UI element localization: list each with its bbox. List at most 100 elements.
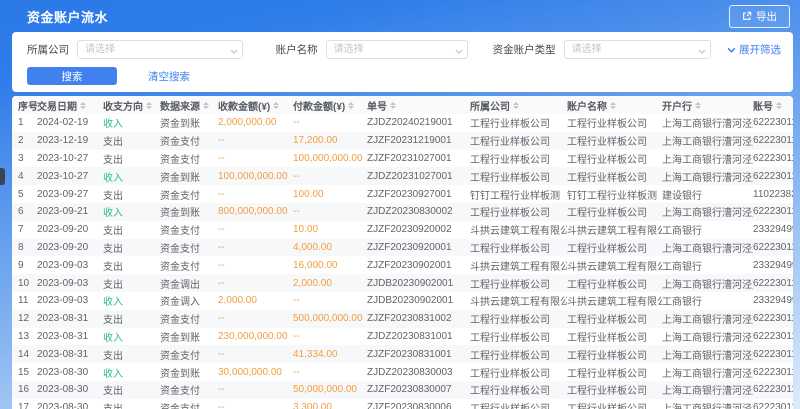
cell-order-no: ZJZF20231027001 <box>367 153 470 164</box>
sort-carets-icon[interactable] <box>610 102 616 109</box>
filter-panel: 所属公司 账户名称 资金账户类型 展开筛选 搜 <box>12 32 793 92</box>
cell-seq: 9 <box>18 260 37 271</box>
cell-amount-out: -- <box>293 295 367 306</box>
cell-amount-out: 10.00 <box>293 224 367 235</box>
sort-carets-icon[interactable] <box>348 102 354 109</box>
sort-carets-icon[interactable] <box>146 102 152 109</box>
column-header-label: 数据来源 <box>160 98 200 113</box>
cell-order-no: ZJZF20230831001 <box>367 349 470 360</box>
cell-order-no: ZJDB20230902001 <box>367 278 470 289</box>
cell-date: 2023-09-03 <box>37 295 103 306</box>
cell-account-name: 工程行业样板公司 <box>567 365 662 380</box>
account-type-select[interactable] <box>564 40 711 59</box>
cell-amount-in: -- <box>218 349 293 360</box>
cell-date: 2023-08-31 <box>37 349 103 360</box>
export-icon <box>742 11 752 21</box>
cell-bank: 上海工商银行漕河泾支行 <box>662 382 753 397</box>
company-select[interactable] <box>77 40 243 59</box>
cell-order-no: ZJDZ20230830003 <box>367 367 470 378</box>
cell-bank: 上海工商银行漕河泾支行 <box>662 276 753 291</box>
cell-account-no: 23329499 <box>753 295 793 306</box>
cell-account-no: 62223011 <box>753 278 793 289</box>
sort-carets-icon[interactable] <box>203 102 209 109</box>
cell-bank: 上海工商银行漕河泾支行 <box>662 329 753 344</box>
account-name-select[interactable] <box>326 40 468 59</box>
drawer-handle[interactable] <box>0 168 5 185</box>
sort-carets-icon[interactable] <box>390 102 396 109</box>
sort-carets-icon[interactable] <box>695 102 701 109</box>
cell-order-no: ZJZF20230920002 <box>367 224 470 235</box>
cell-bank: 工商银行 <box>662 293 753 308</box>
column-header[interactable]: 付款金额(¥) <box>293 98 367 113</box>
chevron-down-icon <box>230 46 238 57</box>
cell-bank: 建设银行 <box>662 187 753 202</box>
column-header-label: 交易日期 <box>37 98 77 113</box>
cell-company: 工程行业样板公司 <box>470 169 567 184</box>
cell-direction: 支出 <box>103 240 160 255</box>
cell-source: 资金支付 <box>160 133 218 148</box>
sort-carets-icon[interactable] <box>273 102 279 109</box>
cell-date: 2023-09-20 <box>37 224 103 235</box>
cell-direction: 收入 <box>103 329 160 344</box>
table-row: 122023-08-31支出资金支付--500,000,000.00ZJZF20… <box>12 310 793 328</box>
cell-account-name: 工程行业样板公司 <box>567 400 662 409</box>
sort-carets-icon[interactable] <box>513 102 519 109</box>
cell-bank: 工商银行 <box>662 258 753 273</box>
cell-direction: 收入 <box>103 169 160 184</box>
column-header-label: 账号 <box>753 98 773 113</box>
expand-filter-link[interactable]: 展开筛选 <box>727 42 781 57</box>
cell-direction: 收入 <box>103 204 160 219</box>
export-button[interactable]: 导出 <box>729 5 790 28</box>
cell-company: 斗拱云建筑工程有限公司 <box>470 258 567 273</box>
column-header[interactable]: 账号 <box>753 98 793 113</box>
cell-amount-out: 16,000.00 <box>293 260 367 271</box>
column-header[interactable]: 所属公司 <box>470 98 567 113</box>
cell-amount-out: -- <box>293 206 367 217</box>
cell-order-no: ZJDZ20230830002 <box>367 206 470 217</box>
sort-carets-icon[interactable] <box>776 102 782 109</box>
column-header[interactable]: 单号 <box>367 98 470 113</box>
table-body: 12024-02-19收入资金到账2,000,000.00--ZJDZ20240… <box>12 114 793 409</box>
cell-date: 2023-09-03 <box>37 260 103 271</box>
cell-amount-in: -- <box>218 260 293 271</box>
cell-bank: 上海工商银行漕河泾支行 <box>662 311 753 326</box>
cell-date: 2023-09-03 <box>37 278 103 289</box>
column-header[interactable]: 开户行 <box>662 98 753 113</box>
cell-seq: 17 <box>18 402 37 409</box>
column-header-label: 所属公司 <box>470 98 510 113</box>
table-row: 92023-09-03支出资金支付--16,000.00ZJZF20230902… <box>12 256 793 274</box>
table-row: 162023-08-30支出资金支付--50,000,000.00ZJZF202… <box>12 381 793 399</box>
column-header[interactable]: 收款金额(¥) <box>218 98 293 113</box>
cell-order-no: ZJDZ20231027001 <box>367 171 470 182</box>
cell-order-no: ZJZF20231219001 <box>367 135 470 146</box>
cell-order-no: ZJZF20230830007 <box>367 384 470 395</box>
cell-company: 工程行业样板公司 <box>470 151 567 166</box>
cell-bank: 上海工商银行漕河泾支行 <box>662 347 753 362</box>
cell-date: 2023-08-30 <box>37 402 103 409</box>
column-header-label: 收款金额(¥) <box>218 98 270 113</box>
cell-company: 工程行业样板公司 <box>470 276 567 291</box>
column-header[interactable]: 数据来源 <box>160 98 218 113</box>
cell-date: 2023-10-27 <box>37 153 103 164</box>
cell-bank: 上海工商银行漕河泾支行 <box>662 365 753 380</box>
sort-carets-icon[interactable] <box>80 102 86 109</box>
cell-seq: 6 <box>18 206 37 217</box>
column-header[interactable]: 收支方向 <box>103 98 160 113</box>
cell-seq: 12 <box>18 313 37 324</box>
cell-account-no: 62223011 <box>753 117 793 128</box>
filter-label-company: 所属公司 <box>27 42 69 57</box>
cell-seq: 4 <box>18 171 37 182</box>
cell-amount-out: 100,000,000.00 <box>293 153 367 164</box>
clear-search-button[interactable]: 清空搜索 <box>148 69 190 84</box>
table-row: 82023-09-20支出资金支付--4,000.00ZJZF202309200… <box>12 239 793 257</box>
chevron-down-icon <box>727 44 736 56</box>
cell-amount-out: 100.00 <box>293 189 367 200</box>
search-button[interactable]: 搜索 <box>27 67 117 85</box>
cell-account-no: 62223011 <box>753 206 793 217</box>
export-label: 导出 <box>756 9 777 24</box>
column-header[interactable]: 账户名称 <box>567 98 662 113</box>
cell-amount-out: 2,000.00 <box>293 278 367 289</box>
column-header[interactable]: 交易日期 <box>37 98 103 113</box>
cell-date: 2023-09-27 <box>37 189 103 200</box>
cell-company: 斗拱云建筑工程有限公司 <box>470 293 567 308</box>
